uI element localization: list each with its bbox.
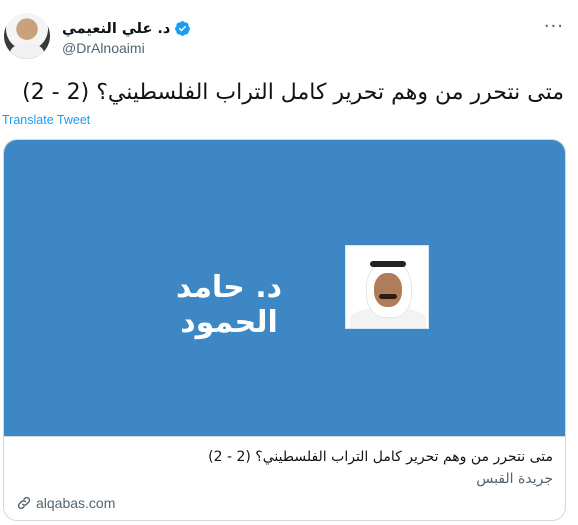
card-domain-text: alqabas.com bbox=[36, 495, 116, 511]
card-image[interactable]: د. حامد الحمود bbox=[4, 140, 565, 436]
author-photo bbox=[345, 245, 429, 329]
link-card[interactable]: د. حامد الحمود متى نتحرر من وهم تحرير كا… bbox=[3, 139, 566, 521]
translate-tweet-link[interactable]: Translate Tweet bbox=[2, 113, 90, 127]
author-handle[interactable]: @DrAlnoaimi bbox=[62, 40, 145, 56]
more-dots-icon[interactable]: ··· bbox=[544, 18, 564, 36]
verified-badge-icon bbox=[175, 21, 191, 36]
link-icon bbox=[17, 496, 31, 510]
card-domain: alqabas.com bbox=[16, 495, 115, 511]
author-avatar[interactable] bbox=[4, 13, 50, 59]
card-footer[interactable]: متى نتحرر من وهم تحرير كامل التراب الفلس… bbox=[4, 436, 565, 520]
author-name-row[interactable]: د. علي النعيمي bbox=[62, 20, 191, 37]
author-name[interactable]: د. علي النعيمي bbox=[62, 21, 170, 37]
card-source: جريدة القبس bbox=[476, 471, 553, 487]
card-title: متى نتحرر من وهم تحرير كامل التراب الفلس… bbox=[208, 449, 553, 465]
card-image-caption: د. حامد الحمود bbox=[175, 270, 283, 340]
tweet-text: متى نتحرر من وهم تحرير كامل التراب الفلس… bbox=[22, 80, 564, 105]
